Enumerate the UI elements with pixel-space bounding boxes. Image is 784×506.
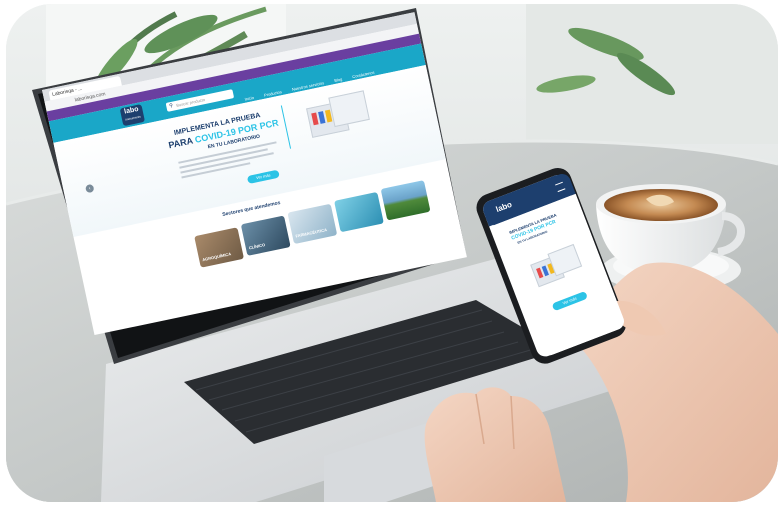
search-placeholder: Buscar producto bbox=[175, 96, 206, 108]
phone-hero-button[interactable]: Ver más bbox=[551, 290, 589, 312]
hero-divider bbox=[280, 105, 292, 149]
carousel-prev-arrow[interactable]: ‹ bbox=[84, 183, 95, 194]
photo-scene: Laborisqa - ... laborisqa.com labo instr… bbox=[0, 0, 784, 506]
phone-product-image bbox=[525, 239, 586, 291]
category-tile-label: CLÍNICO bbox=[248, 242, 266, 251]
phone-logo[interactable]: labo bbox=[495, 200, 514, 214]
category-tile-agroquimica[interactable]: AGROQUÍMICA bbox=[194, 227, 245, 268]
category-tile-label: AGROQUÍMICA bbox=[201, 251, 232, 263]
hero-button[interactable]: Ver más bbox=[246, 169, 280, 185]
category-tile-5[interactable] bbox=[380, 180, 431, 221]
phone-menu-icon[interactable] bbox=[555, 181, 566, 193]
category-tile-clinico[interactable]: CLÍNICO bbox=[240, 215, 291, 256]
hero-title-prefix: PARA bbox=[167, 135, 194, 151]
category-tile-label: FARMACÉUTICA bbox=[294, 227, 328, 239]
product-kit-image bbox=[298, 86, 376, 145]
category-tile-4[interactable] bbox=[334, 191, 384, 233]
category-tile-farmaceutica[interactable]: FARMACÉUTICA bbox=[287, 203, 338, 245]
site-logo[interactable]: labo instruments bbox=[119, 104, 146, 127]
search-icon: ⚲ bbox=[168, 102, 174, 110]
photo-frame: Laborisqa - ... laborisqa.com labo instr… bbox=[6, 4, 778, 502]
